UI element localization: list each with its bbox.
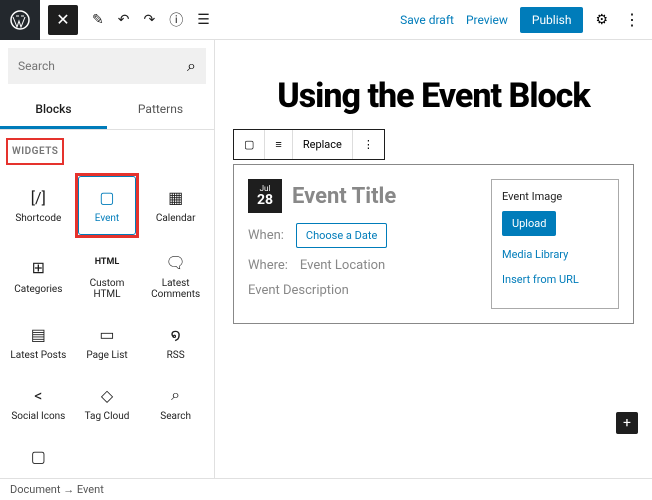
media-library-link[interactable]: Media Library [502,248,608,261]
block-categories[interactable]: ⊞Categories [6,242,71,310]
search-icon[interactable]: ⌕ [187,56,196,76]
page-list-icon: ▭ [99,324,114,344]
editor-canvas: Using the Event Block ▢ ≡ Replace ⋮ Jul … [215,40,652,480]
shortcode-icon: [/] [31,187,46,207]
block-search[interactable]: ⌕Search [143,375,208,432]
block-inserter-sidebar: ⌕ Blocks Patterns WIDGETS [/]Shortcode ▢… [0,40,215,480]
block-type-button[interactable]: ▢ [234,130,265,159]
align-icon: ≡ [275,138,281,151]
event-image-panel: Event Image Upload Media Library Insert … [491,179,619,309]
rss-icon: ໑ [171,324,181,344]
event-icon: ▢ [99,187,114,207]
block-type-icon: ▢ [244,138,254,151]
settings-icon[interactable]: ⚙ [595,12,608,28]
undo-icon[interactable]: ↶ [118,12,130,28]
close-inserter-button[interactable]: ✕ [48,5,78,35]
preview-button[interactable]: Preview [466,13,508,27]
event-date-chip: Jul 28 [248,179,282,213]
edit-icon[interactable]: ✎ [92,12,104,28]
tab-blocks[interactable]: Blocks [0,92,107,129]
info-icon[interactable]: ⓘ [169,10,183,30]
outline-icon[interactable]: ☰ [197,12,210,28]
editor-topbar: ✕ ✎ ↶ ↷ ⓘ ☰ Save draft Preview Publish ⚙… [0,0,652,40]
block-page-list[interactable]: ▭Page List [75,314,140,371]
event-description-field[interactable]: Event Description [248,283,473,298]
block-latest-posts[interactable]: ▤Latest Posts [6,314,71,371]
search-box: ⌕ [8,48,206,84]
upload-button[interactable]: Upload [502,211,556,236]
wordpress-logo[interactable] [0,0,40,40]
save-draft-button[interactable]: Save draft [400,13,454,27]
html-icon: HTML [95,252,120,272]
block-calendar[interactable]: ▦Calendar [143,173,208,238]
insert-from-url-link[interactable]: Insert from URL [502,273,608,286]
share-icon: < [34,385,42,405]
replace-button[interactable]: Replace [293,130,353,159]
when-label: When: [248,228,284,243]
more-block-icon: ▢ [31,446,46,466]
more-options-icon[interactable]: ⋮ [620,10,644,29]
redo-icon[interactable]: ↷ [143,12,155,28]
align-button[interactable]: ≡ [265,130,292,159]
where-label: Where: [248,258,288,273]
tag-icon: ◇ [101,385,113,405]
page-title[interactable]: Using the Event Block [233,78,634,115]
widgets-grid: [/]Shortcode ▢Event ▦Calendar ⊞Categorie… [0,167,214,480]
block-more-button[interactable]: ⋮ [353,130,384,159]
kebab-icon: ⋮ [363,138,374,151]
choose-date-button[interactable]: Choose a Date [296,223,387,248]
event-block[interactable]: Jul 28 Event Title When: Choose a Date W… [233,164,634,324]
block-event[interactable]: ▢Event [78,176,137,235]
calendar-icon: ▦ [168,187,183,207]
event-image-label: Event Image [502,190,608,203]
block-rss[interactable]: ໑RSS [143,314,208,371]
widgets-section-label: WIDGETS [6,138,64,165]
categories-icon: ⊞ [32,258,45,278]
search-input[interactable] [18,59,187,73]
add-block-button[interactable]: + [616,412,638,434]
tab-patterns[interactable]: Patterns [107,92,214,129]
event-location-field[interactable]: Event Location [300,258,385,273]
event-title-field[interactable]: Event Title [292,184,396,209]
block-custom-html[interactable]: HTMLCustom HTML [75,242,140,310]
block-social-icons[interactable]: <Social Icons [6,375,71,432]
block-toolbar: ▢ ≡ Replace ⋮ [233,129,385,160]
block-latest-comments[interactable]: 🗨Latest Comments [143,242,208,310]
breadcrumb[interactable]: Document → Event [0,478,652,500]
posts-icon: ▤ [31,324,46,344]
publish-button[interactable]: Publish [520,7,584,33]
block-more[interactable]: ▢ [6,436,71,480]
block-shortcode[interactable]: [/]Shortcode [6,173,71,238]
search-block-icon: ⌕ [171,385,180,405]
comments-icon: 🗨 [166,252,186,272]
block-tag-cloud[interactable]: ◇Tag Cloud [75,375,140,432]
